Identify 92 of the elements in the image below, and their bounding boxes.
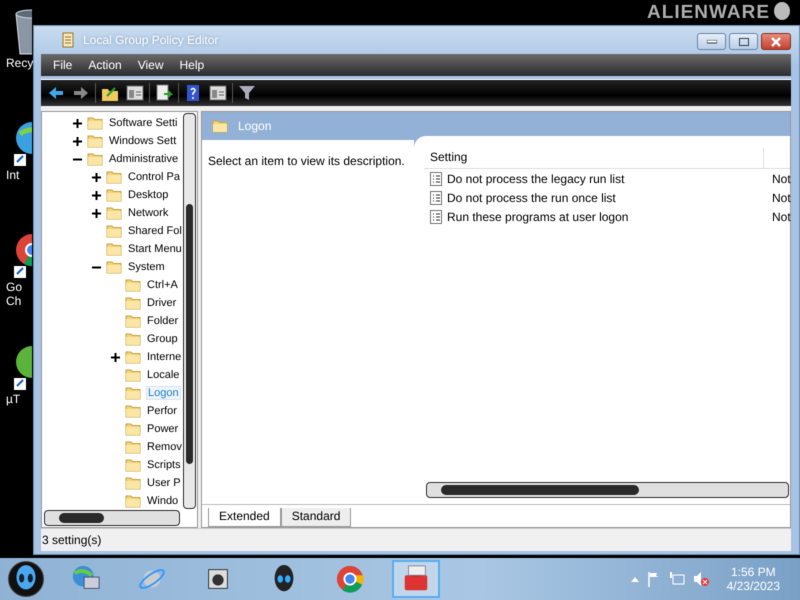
menu-item[interactable]: Help [172,58,212,72]
expand-icon[interactable] [92,208,101,218]
brand-logo-text: ALIENWARE [647,2,770,24]
section-heading: Logon [238,119,272,133]
tree-item[interactable]: Remov [146,441,182,453]
setting-name[interactable]: Run these programs at user logon [447,210,767,224]
folder-icon [125,278,141,292]
folder-icon [125,314,141,328]
folder-icon [87,116,103,130]
folder-icon [125,404,141,418]
view-tab[interactable]: Standard [280,508,352,527]
horizontal-scrollbar[interactable] [44,510,180,526]
minimize-button[interactable] [697,33,726,50]
folder-icon [106,170,122,184]
column-header[interactable]: Setting [424,148,764,168]
tree-item[interactable]: Driver [146,297,178,309]
table-cell: Not [772,172,790,186]
desktop-icon-label: Recy [6,56,34,70]
tree-item[interactable]: Network [127,207,170,219]
menu-item[interactable]: Action [80,58,130,72]
folder-icon [125,332,141,346]
folder-icon [125,476,141,490]
tree-item[interactable]: Perfor [146,405,178,417]
table-cell: Not [772,210,790,224]
tree-item[interactable]: Logon [146,386,181,400]
folder-icon [125,458,141,472]
folder-icon [212,119,228,133]
tree-item[interactable]: Administrative [108,153,180,165]
policy-setting-icon [430,190,442,204]
close-button[interactable] [761,33,791,50]
desktop-icon-label: µT [6,392,20,406]
folder-icon [106,242,122,256]
folder-icon [106,206,122,220]
expand-icon[interactable] [73,118,82,128]
volume-muted-icon[interactable] [692,571,709,587]
setting-name[interactable]: Do not process the run once list [447,190,767,204]
folder-icon [87,134,103,148]
desktop-icon-label: Int [6,168,20,182]
tree-item[interactable]: Ctrl+A [146,279,179,291]
tree-item[interactable]: Locale [146,369,180,381]
desktop-icon-label: Go [6,280,22,294]
tree-item[interactable]: Folder [146,315,180,327]
folder-icon [125,422,141,436]
folder-icon [125,296,141,310]
maximize-icon [738,38,748,46]
policy-setting-icon [430,210,442,224]
description-text: Select an item to view its description. [202,140,414,504]
close-icon [771,36,781,46]
expand-icon[interactable] [111,352,120,362]
folder-icon [125,386,141,400]
folder-icon [125,350,141,364]
start-button[interactable] [8,561,44,597]
expand-icon[interactable] [92,172,101,182]
taskbar-app-button[interactable] [392,560,440,598]
desktop-icon-label: Ch [6,294,22,308]
vertical-scrollbar[interactable] [183,113,196,509]
folder-icon [87,152,103,166]
tree-item[interactable]: Power [146,423,180,435]
minimize-icon [706,40,716,44]
tree-item[interactable]: Interne [146,351,182,363]
folder-icon [106,260,122,274]
folder-icon [125,440,141,454]
tree-item[interactable]: Start Menu [127,243,182,255]
policy-setting-icon [430,172,442,186]
tree-item[interactable]: Windows Sett [108,135,178,147]
view-tab[interactable]: Extended [208,508,281,527]
folder-icon [125,368,141,382]
maximize-button[interactable] [729,33,758,50]
tree-item[interactable]: Control Pa [127,171,181,183]
menu-item[interactable]: View [130,58,172,72]
tree-item[interactable]: User P [146,477,182,489]
horizontal-scrollbar[interactable] [426,482,789,498]
tree-item[interactable]: Scripts [146,459,182,471]
table-cell: Not [772,190,790,204]
menu-item[interactable]: File [45,58,80,72]
tree-item[interactable]: Desktop [127,189,170,201]
tree-item[interactable]: Software Setti [108,117,178,129]
folder-icon [125,494,141,508]
status-text: 3 setting(s) [42,533,102,547]
window-title: Local Group Policy Editor [83,33,218,47]
tree-item[interactable]: Shared Fol [127,225,182,237]
expand-icon[interactable] [92,190,101,200]
setting-name[interactable]: Do not process the legacy run list [447,172,767,186]
expand-icon[interactable] [73,136,82,146]
tree-item[interactable]: Group [146,333,179,345]
folder-icon [106,224,122,238]
torrent-icon[interactable] [12,344,32,392]
tree-item[interactable]: Windo [146,495,180,507]
folder-icon [106,188,122,202]
browser-icon [335,564,365,594]
tree-item[interactable]: System [127,261,166,273]
policy-scroll-icon [61,32,75,48]
